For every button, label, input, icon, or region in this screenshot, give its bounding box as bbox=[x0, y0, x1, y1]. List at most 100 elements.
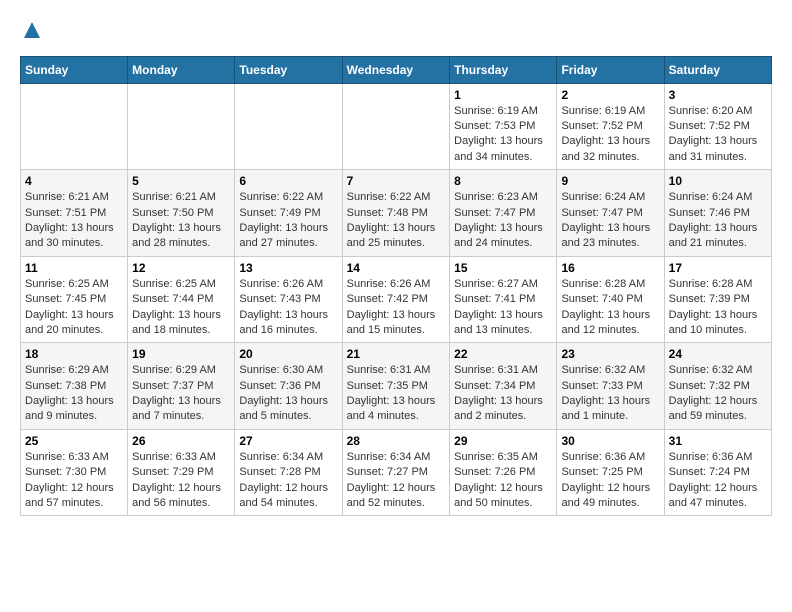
calendar-cell: 31 Sunrise: 6:36 AM Sunset: 7:24 PM Dayli… bbox=[664, 429, 771, 516]
logo bbox=[20, 20, 42, 46]
calendar-table: SundayMondayTuesdayWednesdayThursdayFrid… bbox=[20, 56, 772, 517]
day-number: 28 bbox=[347, 434, 446, 448]
page-header bbox=[20, 20, 772, 46]
calendar-cell: 16 Sunrise: 6:28 AM Sunset: 7:40 PM Dayli… bbox=[557, 256, 664, 343]
calendar-cell: 8 Sunrise: 6:23 AM Sunset: 7:47 PM Daylig… bbox=[450, 170, 557, 257]
calendar-week-row: 25 Sunrise: 6:33 AM Sunset: 7:30 PM Dayli… bbox=[21, 429, 772, 516]
calendar-cell: 6 Sunrise: 6:22 AM Sunset: 7:49 PM Daylig… bbox=[235, 170, 342, 257]
calendar-cell: 29 Sunrise: 6:35 AM Sunset: 7:26 PM Dayli… bbox=[450, 429, 557, 516]
day-info: Sunrise: 6:24 AM Sunset: 7:46 PM Dayligh… bbox=[669, 190, 767, 252]
day-number: 11 bbox=[25, 261, 123, 275]
calendar-cell bbox=[128, 83, 235, 170]
calendar-week-row: 1Sunrise: 6:19 AM Sunset: 7:53 PM Daylig… bbox=[21, 83, 772, 170]
day-number: 13 bbox=[239, 261, 337, 275]
day-number: 24 bbox=[669, 347, 767, 361]
header-row: SundayMondayTuesdayWednesdayThursdayFrid… bbox=[21, 56, 772, 83]
calendar-cell: 28Sunrise: 6:34 AM Sunset: 7:27 PM Dayli… bbox=[342, 429, 450, 516]
day-number: 10 bbox=[669, 174, 767, 188]
day-info: Sunrise: 6:33 AM Sunset: 7:30 PM Dayligh… bbox=[25, 450, 123, 512]
day-info: Sunrise: 6:23 AM Sunset: 7:47 PM Dayligh… bbox=[454, 190, 552, 252]
day-number: 16 bbox=[561, 261, 659, 275]
day-info: Sunrise: 6:25 AM Sunset: 7:44 PM Dayligh… bbox=[132, 277, 230, 339]
logo-icon bbox=[22, 20, 42, 40]
day-info: Sunrise: 6:20 AM Sunset: 7:52 PM Dayligh… bbox=[669, 104, 767, 166]
calendar-cell: 15 Sunrise: 6:27 AM Sunset: 7:41 PM Dayli… bbox=[450, 256, 557, 343]
day-number: 4 bbox=[25, 174, 123, 188]
calendar-cell bbox=[342, 83, 450, 170]
calendar-week-row: 4 Sunrise: 6:21 AM Sunset: 7:51 PM Daylig… bbox=[21, 170, 772, 257]
calendar-cell bbox=[235, 83, 342, 170]
day-number: 21 bbox=[347, 347, 446, 361]
calendar-cell: 30 Sunrise: 6:36 AM Sunset: 7:25 PM Dayli… bbox=[557, 429, 664, 516]
header-day: Thursday bbox=[450, 56, 557, 83]
day-number: 26 bbox=[132, 434, 230, 448]
day-info: Sunrise: 6:36 AM Sunset: 7:25 PM Dayligh… bbox=[561, 450, 659, 512]
day-number: 14 bbox=[347, 261, 446, 275]
calendar-cell: 21 Sunrise: 6:31 AM Sunset: 7:35 PM Dayli… bbox=[342, 343, 450, 430]
day-info: Sunrise: 6:31 AM Sunset: 7:35 PM Dayligh… bbox=[347, 363, 446, 425]
calendar-cell: 5Sunrise: 6:21 AM Sunset: 7:50 PM Daylig… bbox=[128, 170, 235, 257]
calendar-week-row: 11 Sunrise: 6:25 AM Sunset: 7:45 PM Dayli… bbox=[21, 256, 772, 343]
day-number: 15 bbox=[454, 261, 552, 275]
day-info: Sunrise: 6:27 AM Sunset: 7:41 PM Dayligh… bbox=[454, 277, 552, 339]
header-day: Sunday bbox=[21, 56, 128, 83]
calendar-cell: 18 Sunrise: 6:29 AM Sunset: 7:38 PM Dayli… bbox=[21, 343, 128, 430]
day-number: 29 bbox=[454, 434, 552, 448]
calendar-cell: 2Sunrise: 6:19 AM Sunset: 7:52 PM Daylig… bbox=[557, 83, 664, 170]
day-info: Sunrise: 6:19 AM Sunset: 7:53 PM Dayligh… bbox=[454, 104, 552, 166]
header-day: Monday bbox=[128, 56, 235, 83]
day-number: 6 bbox=[239, 174, 337, 188]
header-day: Tuesday bbox=[235, 56, 342, 83]
day-info: Sunrise: 6:32 AM Sunset: 7:33 PM Dayligh… bbox=[561, 363, 659, 425]
day-number: 31 bbox=[669, 434, 767, 448]
day-info: Sunrise: 6:22 AM Sunset: 7:49 PM Dayligh… bbox=[239, 190, 337, 252]
calendar-cell: 23 Sunrise: 6:32 AM Sunset: 7:33 PM Dayli… bbox=[557, 343, 664, 430]
calendar-cell: 13 Sunrise: 6:26 AM Sunset: 7:43 PM Dayli… bbox=[235, 256, 342, 343]
day-info: Sunrise: 6:34 AM Sunset: 7:28 PM Dayligh… bbox=[239, 450, 337, 512]
day-info: Sunrise: 6:35 AM Sunset: 7:26 PM Dayligh… bbox=[454, 450, 552, 512]
day-info: Sunrise: 6:33 AM Sunset: 7:29 PM Dayligh… bbox=[132, 450, 230, 512]
calendar-cell: 4 Sunrise: 6:21 AM Sunset: 7:51 PM Daylig… bbox=[21, 170, 128, 257]
calendar-cell: 12 Sunrise: 6:25 AM Sunset: 7:44 PM Dayli… bbox=[128, 256, 235, 343]
header-day: Friday bbox=[557, 56, 664, 83]
header-day: Saturday bbox=[664, 56, 771, 83]
calendar-cell: 26 Sunrise: 6:33 AM Sunset: 7:29 PM Dayli… bbox=[128, 429, 235, 516]
day-number: 27 bbox=[239, 434, 337, 448]
calendar-cell: 24Sunrise: 6:32 AM Sunset: 7:32 PM Dayli… bbox=[664, 343, 771, 430]
day-number: 3 bbox=[669, 88, 767, 102]
calendar-cell: 22Sunrise: 6:31 AM Sunset: 7:34 PM Dayli… bbox=[450, 343, 557, 430]
day-number: 5 bbox=[132, 174, 230, 188]
day-number: 23 bbox=[561, 347, 659, 361]
day-info: Sunrise: 6:26 AM Sunset: 7:43 PM Dayligh… bbox=[239, 277, 337, 339]
day-number: 12 bbox=[132, 261, 230, 275]
day-info: Sunrise: 6:21 AM Sunset: 7:51 PM Dayligh… bbox=[25, 190, 123, 252]
calendar-cell: 9Sunrise: 6:24 AM Sunset: 7:47 PM Daylig… bbox=[557, 170, 664, 257]
calendar-body: 1Sunrise: 6:19 AM Sunset: 7:53 PM Daylig… bbox=[21, 83, 772, 516]
day-number: 20 bbox=[239, 347, 337, 361]
calendar-cell: 11 Sunrise: 6:25 AM Sunset: 7:45 PM Dayli… bbox=[21, 256, 128, 343]
calendar-cell: 3 Sunrise: 6:20 AM Sunset: 7:52 PM Daylig… bbox=[664, 83, 771, 170]
calendar-cell: 10 Sunrise: 6:24 AM Sunset: 7:46 PM Dayli… bbox=[664, 170, 771, 257]
day-info: Sunrise: 6:29 AM Sunset: 7:38 PM Dayligh… bbox=[25, 363, 123, 425]
calendar-cell: 1Sunrise: 6:19 AM Sunset: 7:53 PM Daylig… bbox=[450, 83, 557, 170]
calendar-cell: 25 Sunrise: 6:33 AM Sunset: 7:30 PM Dayli… bbox=[21, 429, 128, 516]
day-number: 18 bbox=[25, 347, 123, 361]
day-number: 30 bbox=[561, 434, 659, 448]
calendar-cell: 20 Sunrise: 6:30 AM Sunset: 7:36 PM Dayli… bbox=[235, 343, 342, 430]
day-number: 8 bbox=[454, 174, 552, 188]
day-info: Sunrise: 6:22 AM Sunset: 7:48 PM Dayligh… bbox=[347, 190, 446, 252]
day-info: Sunrise: 6:36 AM Sunset: 7:24 PM Dayligh… bbox=[669, 450, 767, 512]
calendar-cell bbox=[21, 83, 128, 170]
calendar-cell: 17Sunrise: 6:28 AM Sunset: 7:39 PM Dayli… bbox=[664, 256, 771, 343]
day-number: 25 bbox=[25, 434, 123, 448]
day-number: 2 bbox=[561, 88, 659, 102]
day-info: Sunrise: 6:28 AM Sunset: 7:39 PM Dayligh… bbox=[669, 277, 767, 339]
day-info: Sunrise: 6:25 AM Sunset: 7:45 PM Dayligh… bbox=[25, 277, 123, 339]
day-info: Sunrise: 6:30 AM Sunset: 7:36 PM Dayligh… bbox=[239, 363, 337, 425]
calendar-cell: 19Sunrise: 6:29 AM Sunset: 7:37 PM Dayli… bbox=[128, 343, 235, 430]
day-info: Sunrise: 6:28 AM Sunset: 7:40 PM Dayligh… bbox=[561, 277, 659, 339]
calendar-week-row: 18 Sunrise: 6:29 AM Sunset: 7:38 PM Dayli… bbox=[21, 343, 772, 430]
calendar-cell: 7Sunrise: 6:22 AM Sunset: 7:48 PM Daylig… bbox=[342, 170, 450, 257]
day-number: 19 bbox=[132, 347, 230, 361]
calendar-header: SundayMondayTuesdayWednesdayThursdayFrid… bbox=[21, 56, 772, 83]
